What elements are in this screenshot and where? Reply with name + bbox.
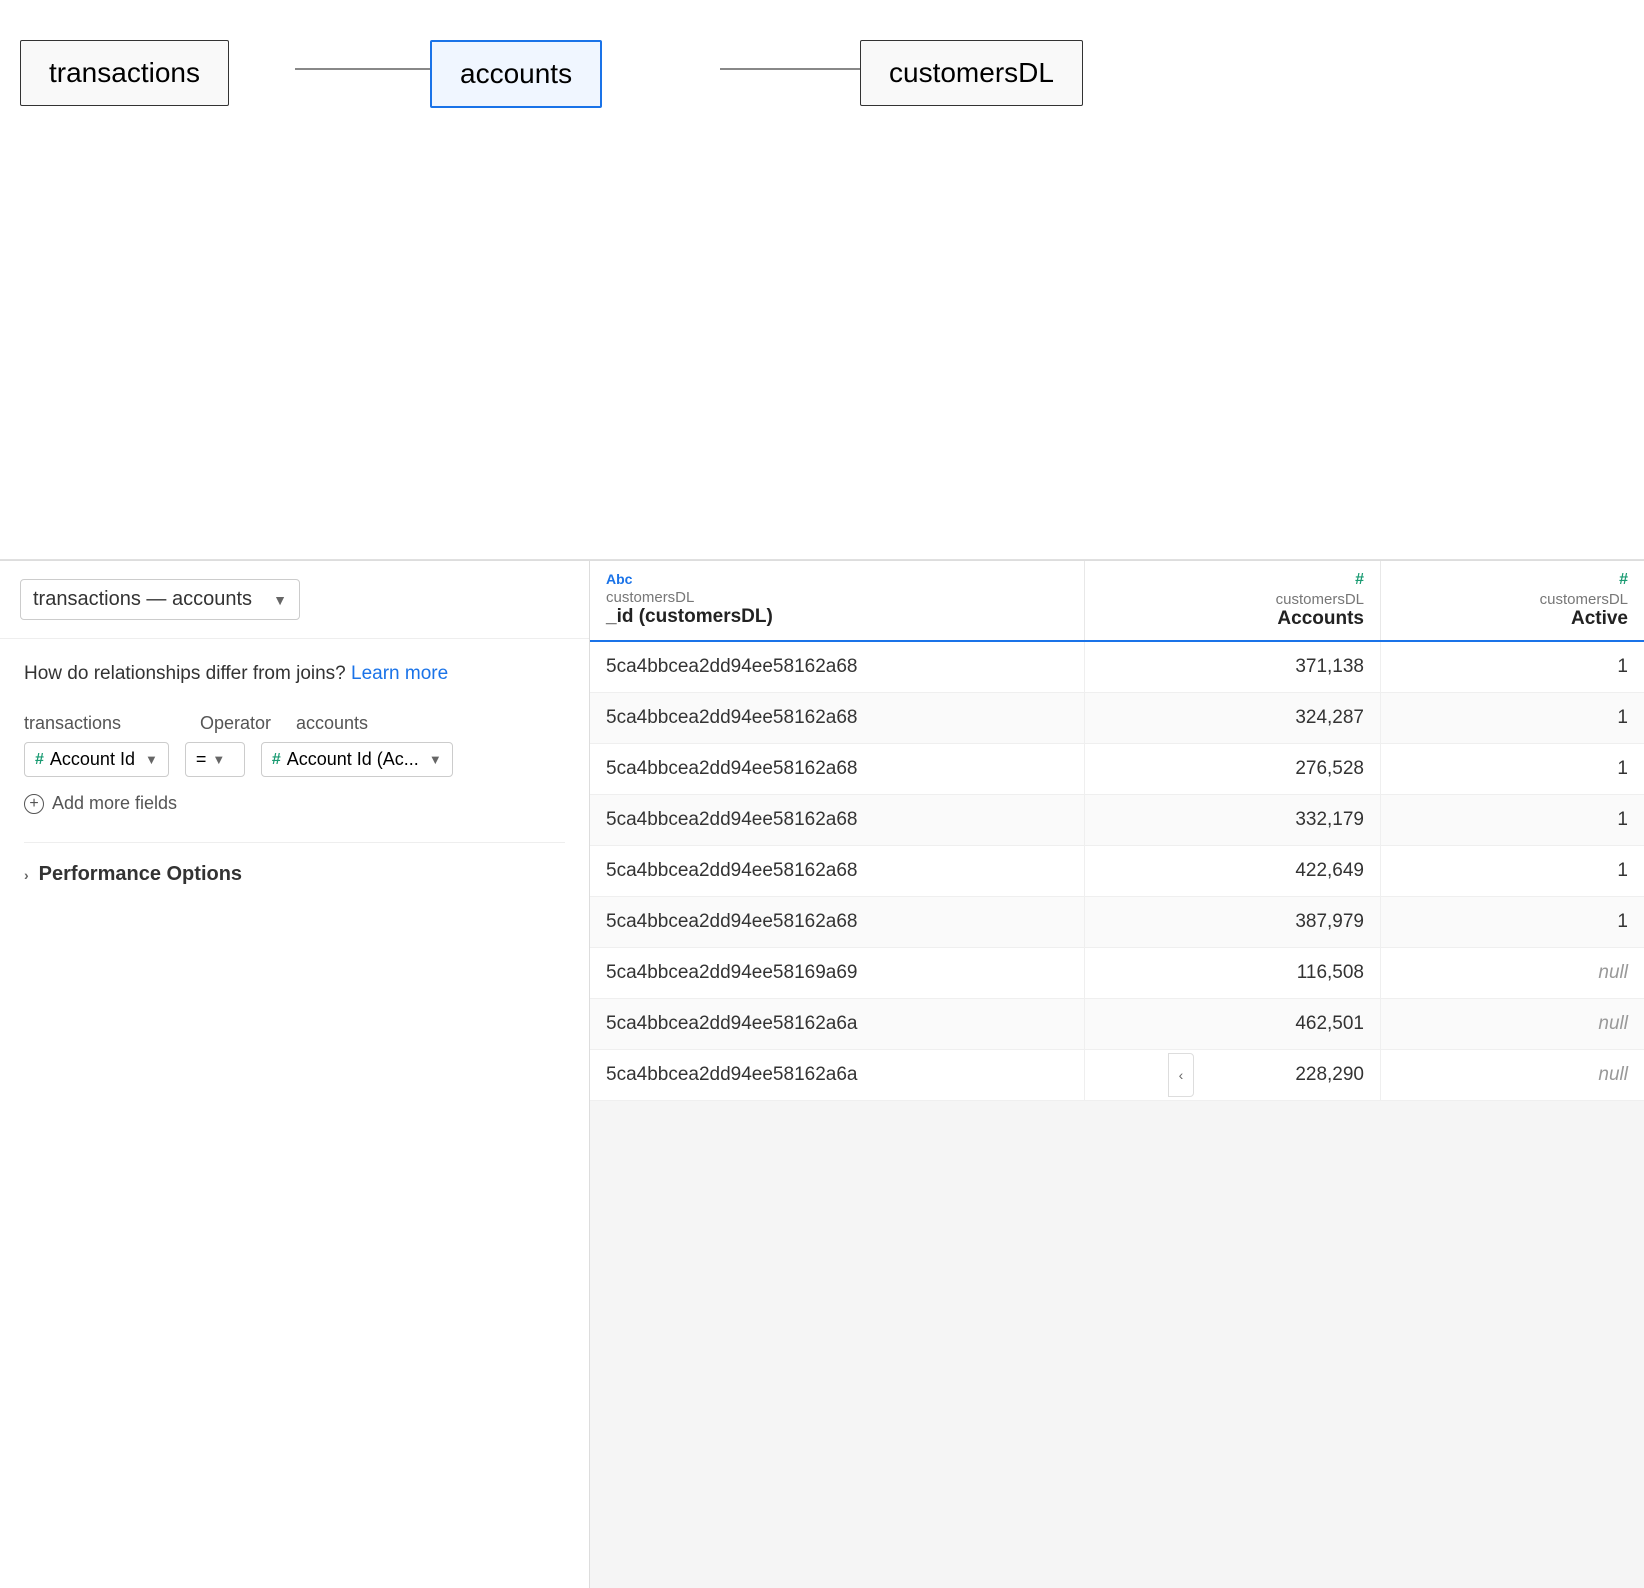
cell-id: 5ca4bbcea2dd94ee58162a68	[590, 795, 1084, 846]
table-row: 5ca4bbcea2dd94ee58162a68276,5281	[590, 744, 1644, 795]
cell-active: 1	[1381, 795, 1644, 846]
node-transactions[interactable]: transactions	[20, 40, 229, 106]
bottom-panel: transactions — accounts ▼ How do relatio…	[0, 560, 1644, 1588]
left-field-label: Account Id	[50, 749, 135, 770]
hash-type-icon-accounts: #	[1355, 571, 1364, 589]
right-table-label: accounts	[296, 713, 368, 734]
col-header-id: Abc customersDL _id (customersDL)	[590, 561, 1084, 641]
table-row: 5ca4bbcea2dd94ee58162a6a228,290null	[590, 1050, 1644, 1101]
right-field-select[interactable]: # Account Id (Ac... ▼	[261, 742, 453, 777]
operator-select[interactable]: = ▼	[185, 742, 245, 777]
table-row: 5ca4bbcea2dd94ee58162a6a462,501null	[590, 999, 1644, 1050]
results-table: Abc customersDL _id (customersDL) # cust…	[590, 561, 1644, 1101]
help-text-label: How do relationships differ from joins?	[24, 663, 346, 684]
right-field-hash-icon: #	[272, 751, 281, 769]
cell-active: null	[1381, 948, 1644, 999]
cell-id: 5ca4bbcea2dd94ee58162a6a	[590, 1050, 1084, 1101]
col-name-active: Active	[1397, 608, 1628, 630]
cell-active: null	[1381, 1050, 1644, 1101]
right-field-chevron-icon: ▼	[429, 752, 442, 767]
left-field-hash-icon: #	[35, 751, 44, 769]
table-row: 5ca4bbcea2dd94ee58162a68387,9791	[590, 897, 1644, 948]
left-table-label: transactions	[24, 713, 184, 734]
table-container[interactable]: Abc customersDL _id (customersDL) # cust…	[590, 561, 1644, 1588]
cell-active: null	[1381, 999, 1644, 1050]
cell-active: 1	[1381, 744, 1644, 795]
dropdown-label: transactions — accounts	[33, 588, 252, 611]
connector-line-2	[720, 68, 865, 70]
fields-row: # Account Id ▼ = ▼ # Account Id (Ac... ▼	[24, 742, 565, 777]
table-row: 5ca4bbcea2dd94ee58162a68324,2871	[590, 693, 1644, 744]
cell-accounts: 371,138	[1084, 641, 1380, 693]
table-header-row: Abc customersDL _id (customersDL) # cust…	[590, 561, 1644, 641]
collapse-icon: ‹	[1179, 1067, 1184, 1083]
col-header-accounts: # customersDL Accounts	[1084, 561, 1380, 641]
cell-accounts: 228,290	[1084, 1050, 1380, 1101]
col-name-accounts: Accounts	[1101, 608, 1364, 630]
cell-accounts: 462,501	[1084, 999, 1380, 1050]
table-row: 5ca4bbcea2dd94ee58162a68332,1791	[590, 795, 1644, 846]
operator-chevron-icon: ▼	[212, 752, 225, 767]
dropdown-chevron-icon: ▼	[273, 592, 287, 608]
add-more-fields-button[interactable]: + Add more fields	[24, 793, 565, 814]
operator-header-label: Operator	[200, 713, 280, 734]
relationship-dropdown[interactable]: transactions — accounts ▼	[20, 579, 300, 620]
cell-accounts: 422,649	[1084, 846, 1380, 897]
left-field-chevron-icon: ▼	[145, 752, 158, 767]
cell-active: 1	[1381, 641, 1644, 693]
connector-line-1	[295, 68, 435, 70]
right-panel: Abc customersDL _id (customersDL) # cust…	[590, 561, 1644, 1588]
cell-active: 1	[1381, 693, 1644, 744]
cell-id: 5ca4bbcea2dd94ee58162a68	[590, 846, 1084, 897]
cell-id: 5ca4bbcea2dd94ee58162a6a	[590, 999, 1084, 1050]
cell-id: 5ca4bbcea2dd94ee58162a68	[590, 693, 1084, 744]
cell-active: 1	[1381, 897, 1644, 948]
operator-value: =	[196, 749, 207, 770]
table-row: 5ca4bbcea2dd94ee58162a68422,6491	[590, 846, 1644, 897]
collapse-button[interactable]: ‹	[1168, 1053, 1194, 1097]
left-panel: transactions — accounts ▼ How do relatio…	[0, 561, 590, 1588]
cell-accounts: 324,287	[1084, 693, 1380, 744]
col-source-id: customersDL	[606, 589, 1068, 606]
cell-accounts: 116,508	[1084, 948, 1380, 999]
diagram-area: transactions accounts customersDL	[0, 0, 1644, 560]
add-fields-label: Add more fields	[52, 793, 177, 814]
performance-header[interactable]: › Performance Options	[24, 863, 565, 886]
cell-id: 5ca4bbcea2dd94ee58162a68	[590, 744, 1084, 795]
panel-content: How do relationships differ from joins? …	[0, 639, 589, 1588]
performance-label: Performance Options	[39, 863, 242, 886]
col-source-accounts: customersDL	[1101, 591, 1364, 608]
table-body: 5ca4bbcea2dd94ee58162a68371,13815ca4bbce…	[590, 641, 1644, 1101]
table-row: 5ca4bbcea2dd94ee58162a68371,1381	[590, 641, 1644, 693]
col-name-id: _id (customersDL)	[606, 606, 1068, 628]
help-text-row: How do relationships differ from joins? …	[24, 663, 565, 685]
learn-more-link[interactable]: Learn more	[351, 663, 448, 684]
plus-circle-icon: +	[24, 794, 44, 814]
cell-id: 5ca4bbcea2dd94ee58169a69	[590, 948, 1084, 999]
hash-type-icon-active: #	[1619, 571, 1628, 589]
performance-chevron-icon: ›	[24, 867, 29, 883]
cell-id: 5ca4bbcea2dd94ee58162a68	[590, 641, 1084, 693]
abc-type-icon: Abc	[606, 571, 632, 587]
node-accounts[interactable]: accounts	[430, 40, 602, 108]
cell-accounts: 387,979	[1084, 897, 1380, 948]
cell-accounts: 332,179	[1084, 795, 1380, 846]
node-customersDL[interactable]: customersDL	[860, 40, 1083, 106]
left-field-select[interactable]: # Account Id ▼	[24, 742, 169, 777]
right-field-label: Account Id (Ac...	[287, 749, 419, 770]
cell-accounts: 276,528	[1084, 744, 1380, 795]
cell-id: 5ca4bbcea2dd94ee58162a68	[590, 897, 1084, 948]
table-row: 5ca4bbcea2dd94ee58169a69116,508null	[590, 948, 1644, 999]
panel-header: transactions — accounts ▼	[0, 561, 589, 639]
col-source-active: customersDL	[1397, 591, 1628, 608]
performance-section: › Performance Options	[24, 842, 565, 886]
col-header-active: # customersDL Active	[1381, 561, 1644, 641]
cell-active: 1	[1381, 846, 1644, 897]
